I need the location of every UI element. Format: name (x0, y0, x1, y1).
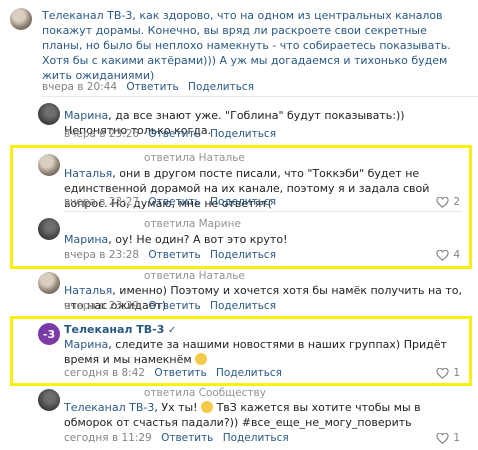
comment-time[interactable]: вчера в 23:26 (64, 128, 139, 140)
avatar[interactable] (10, 8, 32, 30)
divider (64, 211, 462, 212)
avatar[interactable] (38, 103, 60, 125)
reply-link[interactable]: Ответить (148, 128, 200, 140)
comment-text-body: Телеканал ТВ-3, как здорово, что на одно… (42, 9, 451, 82)
comment-time[interactable]: вчера в 23:27 (64, 196, 139, 208)
reply-link[interactable]: Ответить (148, 249, 200, 261)
share-link[interactable]: Поделиться (188, 81, 254, 93)
comment-meta: вчера в 23:27 Ответить Поделиться (64, 196, 282, 208)
reply-link[interactable]: Ответить (148, 196, 200, 208)
comment-author[interactable]: Телеканал ТВ-3 (64, 401, 154, 414)
share-link[interactable]: Поделиться (210, 249, 276, 261)
heart-icon (436, 249, 449, 261)
share-link[interactable]: Поделиться (210, 128, 276, 140)
smile-emoji-icon (201, 401, 214, 413)
heart-icon (436, 432, 449, 444)
comment-time[interactable]: сегодня в 11:29 (64, 432, 152, 444)
avatar[interactable] (38, 389, 60, 411)
avatar[interactable] (38, 272, 60, 294)
replied-to-label: ответила Сообществу (144, 387, 266, 399)
like-count: 1 (453, 367, 460, 379)
comment-meta: вчера в 23:28 Ответить Поделиться (64, 249, 282, 261)
comment-time[interactable]: вчера в 23:28 (64, 249, 139, 261)
replied-to-label: ответила Наталье (144, 152, 245, 164)
comment-text: Телеканал ТВ-3, Ух ты! ТвЗ кажется вы хо… (64, 400, 464, 430)
like-count: 1 (453, 432, 460, 444)
comment-meta: сегодня в 8:42 Ответить Поделиться (64, 367, 288, 379)
comment-text-body: , Ух ты! (154, 401, 202, 414)
comment-time[interactable]: вчера в 20:44 (42, 81, 117, 93)
replied-to-label: ответила Марине (144, 218, 241, 230)
comment-meta: вчера в 20:44 Ответить Поделиться (42, 81, 260, 93)
comment-time[interactable]: вчера в 23:29 (64, 300, 139, 312)
reply-link[interactable]: Ответить (148, 300, 200, 312)
heart-icon (436, 367, 449, 379)
comment-header: Телеканал ТВ-3 ✓ (64, 322, 464, 338)
comment-author[interactable]: Наталья (64, 284, 112, 297)
reply-link[interactable]: Ответить (154, 367, 206, 379)
share-link[interactable]: Поделиться (210, 300, 276, 312)
comment-author[interactable]: Марина (64, 233, 108, 246)
avatar[interactable] (38, 218, 60, 240)
comment-author[interactable]: Телеканал ТВ-3 (64, 323, 164, 336)
divider (42, 96, 478, 97)
like-button[interactable]: 4 (436, 249, 460, 261)
verified-icon: ✓ (167, 325, 177, 336)
reply-link[interactable]: Ответить (126, 81, 178, 93)
smile-emoji-icon (195, 353, 208, 365)
share-link[interactable]: Поделиться (216, 367, 282, 379)
comment-meta: вчера в 23:29 Ответить Поделиться (64, 300, 282, 312)
reply-link[interactable]: Ответить (161, 432, 213, 444)
avatar[interactable] (38, 154, 60, 176)
share-link[interactable]: Поделиться (210, 196, 276, 208)
like-button[interactable]: 1 (436, 432, 460, 444)
like-count: 4 (453, 249, 460, 261)
like-count: 2 (453, 196, 460, 208)
like-button[interactable]: 1 (436, 367, 460, 379)
comment-text: Марина, оу! Не один? А вот это круто! (64, 232, 464, 247)
comment-author[interactable]: Марина (64, 109, 108, 122)
comment-text: Марина, следите за нашими новостями в на… (64, 337, 464, 367)
comment-text-body: , оу! Не один? А вот это круто! (108, 233, 288, 246)
share-link[interactable]: Поделиться (223, 432, 289, 444)
like-button[interactable]: 2 (436, 196, 460, 208)
comment-text-body: , следите за нашими новостями в наших гр… (64, 338, 447, 366)
comment-time[interactable]: сегодня в 8:42 (64, 367, 145, 379)
heart-icon (436, 196, 449, 208)
comment-mention[interactable]: Марина (64, 338, 108, 351)
tv3-logo-avatar[interactable]: -3 (38, 323, 60, 345)
comment-meta: вчера в 23:26 Ответить Поделиться (64, 128, 282, 140)
tv3-logo-icon: -3 (42, 327, 56, 341)
comment-meta: сегодня в 11:29 Ответить Поделиться (64, 432, 295, 444)
comment-author[interactable]: Наталья (64, 167, 112, 180)
comment-text: Телеканал ТВ-3, как здорово, что на одно… (42, 8, 470, 83)
replied-to-label: ответила Наталье (144, 270, 245, 282)
